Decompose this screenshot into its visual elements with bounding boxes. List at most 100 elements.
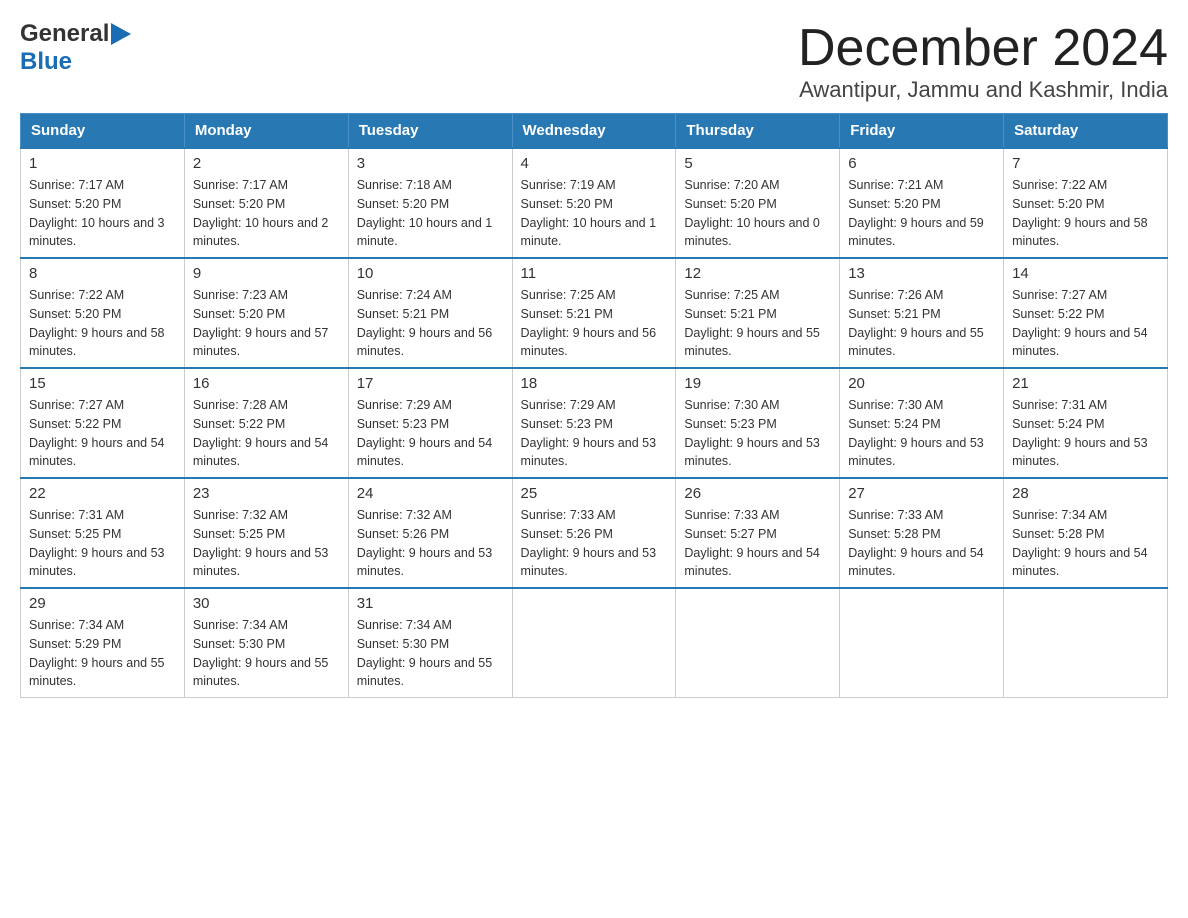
day-number: 12 [684,265,831,282]
day-number: 4 [521,155,668,172]
table-row: 23 Sunrise: 7:32 AM Sunset: 5:25 PM Dayl… [184,478,348,588]
table-row: 25 Sunrise: 7:33 AM Sunset: 5:26 PM Dayl… [512,478,676,588]
table-row: 11 Sunrise: 7:25 AM Sunset: 5:21 PM Dayl… [512,258,676,368]
calendar-title: December 2024 [798,20,1168,77]
day-number: 9 [193,265,340,282]
day-number: 15 [29,375,176,392]
day-number: 6 [848,155,995,172]
table-row: 14 Sunrise: 7:27 AM Sunset: 5:22 PM Dayl… [1004,258,1168,368]
day-number: 10 [357,265,504,282]
page-header: General Blue December 2024 Awantipur, Ja… [20,20,1168,103]
day-number: 5 [684,155,831,172]
day-number: 26 [684,485,831,502]
day-info: Sunrise: 7:19 AM Sunset: 5:20 PM Dayligh… [521,176,668,251]
day-number: 24 [357,485,504,502]
table-row [840,588,1004,698]
logo-arrow-icon [111,23,131,45]
day-info: Sunrise: 7:21 AM Sunset: 5:20 PM Dayligh… [848,176,995,251]
day-info: Sunrise: 7:32 AM Sunset: 5:26 PM Dayligh… [357,506,504,581]
day-info: Sunrise: 7:32 AM Sunset: 5:25 PM Dayligh… [193,506,340,581]
day-number: 13 [848,265,995,282]
table-row: 4 Sunrise: 7:19 AM Sunset: 5:20 PM Dayli… [512,148,676,258]
calendar-week-row: 22 Sunrise: 7:31 AM Sunset: 5:25 PM Dayl… [21,478,1168,588]
col-saturday: Saturday [1004,114,1168,149]
day-info: Sunrise: 7:28 AM Sunset: 5:22 PM Dayligh… [193,396,340,471]
table-row [512,588,676,698]
table-row: 31 Sunrise: 7:34 AM Sunset: 5:30 PM Dayl… [348,588,512,698]
day-number: 18 [521,375,668,392]
day-number: 27 [848,485,995,502]
day-number: 8 [29,265,176,282]
table-row: 30 Sunrise: 7:34 AM Sunset: 5:30 PM Dayl… [184,588,348,698]
calendar-week-row: 8 Sunrise: 7:22 AM Sunset: 5:20 PM Dayli… [21,258,1168,368]
day-info: Sunrise: 7:33 AM Sunset: 5:27 PM Dayligh… [684,506,831,581]
day-info: Sunrise: 7:34 AM Sunset: 5:29 PM Dayligh… [29,616,176,691]
day-info: Sunrise: 7:34 AM Sunset: 5:30 PM Dayligh… [193,616,340,691]
day-number: 16 [193,375,340,392]
day-number: 3 [357,155,504,172]
day-number: 11 [521,265,668,282]
calendar-week-row: 29 Sunrise: 7:34 AM Sunset: 5:29 PM Dayl… [21,588,1168,698]
day-info: Sunrise: 7:20 AM Sunset: 5:20 PM Dayligh… [684,176,831,251]
table-row: 1 Sunrise: 7:17 AM Sunset: 5:20 PM Dayli… [21,148,185,258]
table-row: 27 Sunrise: 7:33 AM Sunset: 5:28 PM Dayl… [840,478,1004,588]
day-info: Sunrise: 7:25 AM Sunset: 5:21 PM Dayligh… [521,286,668,361]
calendar-subtitle: Awantipur, Jammu and Kashmir, India [798,77,1168,103]
table-row: 2 Sunrise: 7:17 AM Sunset: 5:20 PM Dayli… [184,148,348,258]
col-monday: Monday [184,114,348,149]
table-row: 28 Sunrise: 7:34 AM Sunset: 5:28 PM Dayl… [1004,478,1168,588]
table-row: 29 Sunrise: 7:34 AM Sunset: 5:29 PM Dayl… [21,588,185,698]
day-number: 31 [357,595,504,612]
col-thursday: Thursday [676,114,840,149]
day-info: Sunrise: 7:22 AM Sunset: 5:20 PM Dayligh… [29,286,176,361]
table-row [676,588,840,698]
day-info: Sunrise: 7:34 AM Sunset: 5:28 PM Dayligh… [1012,506,1159,581]
day-number: 7 [1012,155,1159,172]
day-info: Sunrise: 7:29 AM Sunset: 5:23 PM Dayligh… [521,396,668,471]
table-row: 21 Sunrise: 7:31 AM Sunset: 5:24 PM Dayl… [1004,368,1168,478]
day-info: Sunrise: 7:17 AM Sunset: 5:20 PM Dayligh… [29,176,176,251]
table-row: 19 Sunrise: 7:30 AM Sunset: 5:23 PM Dayl… [676,368,840,478]
day-info: Sunrise: 7:27 AM Sunset: 5:22 PM Dayligh… [29,396,176,471]
day-info: Sunrise: 7:23 AM Sunset: 5:20 PM Dayligh… [193,286,340,361]
day-number: 21 [1012,375,1159,392]
day-info: Sunrise: 7:30 AM Sunset: 5:24 PM Dayligh… [848,396,995,471]
day-info: Sunrise: 7:24 AM Sunset: 5:21 PM Dayligh… [357,286,504,361]
calendar-header-row: Sunday Monday Tuesday Wednesday Thursday… [21,114,1168,149]
table-row: 6 Sunrise: 7:21 AM Sunset: 5:20 PM Dayli… [840,148,1004,258]
col-sunday: Sunday [21,114,185,149]
table-row: 3 Sunrise: 7:18 AM Sunset: 5:20 PM Dayli… [348,148,512,258]
calendar-table: Sunday Monday Tuesday Wednesday Thursday… [20,113,1168,698]
col-wednesday: Wednesday [512,114,676,149]
table-row: 12 Sunrise: 7:25 AM Sunset: 5:21 PM Dayl… [676,258,840,368]
day-number: 20 [848,375,995,392]
day-info: Sunrise: 7:22 AM Sunset: 5:20 PM Dayligh… [1012,176,1159,251]
day-info: Sunrise: 7:33 AM Sunset: 5:26 PM Dayligh… [521,506,668,581]
day-number: 14 [1012,265,1159,282]
day-number: 28 [1012,485,1159,502]
day-info: Sunrise: 7:27 AM Sunset: 5:22 PM Dayligh… [1012,286,1159,361]
table-row: 7 Sunrise: 7:22 AM Sunset: 5:20 PM Dayli… [1004,148,1168,258]
day-info: Sunrise: 7:18 AM Sunset: 5:20 PM Dayligh… [357,176,504,251]
day-number: 1 [29,155,176,172]
table-row: 17 Sunrise: 7:29 AM Sunset: 5:23 PM Dayl… [348,368,512,478]
col-friday: Friday [840,114,1004,149]
table-row: 8 Sunrise: 7:22 AM Sunset: 5:20 PM Dayli… [21,258,185,368]
day-info: Sunrise: 7:31 AM Sunset: 5:25 PM Dayligh… [29,506,176,581]
table-row: 9 Sunrise: 7:23 AM Sunset: 5:20 PM Dayli… [184,258,348,368]
day-info: Sunrise: 7:34 AM Sunset: 5:30 PM Dayligh… [357,616,504,691]
day-number: 2 [193,155,340,172]
logo-blue-text: Blue [20,48,72,76]
table-row: 20 Sunrise: 7:30 AM Sunset: 5:24 PM Dayl… [840,368,1004,478]
table-row: 15 Sunrise: 7:27 AM Sunset: 5:22 PM Dayl… [21,368,185,478]
day-info: Sunrise: 7:29 AM Sunset: 5:23 PM Dayligh… [357,396,504,471]
day-info: Sunrise: 7:25 AM Sunset: 5:21 PM Dayligh… [684,286,831,361]
logo: General Blue [20,20,131,76]
day-number: 29 [29,595,176,612]
table-row: 24 Sunrise: 7:32 AM Sunset: 5:26 PM Dayl… [348,478,512,588]
calendar-week-row: 1 Sunrise: 7:17 AM Sunset: 5:20 PM Dayli… [21,148,1168,258]
table-row: 13 Sunrise: 7:26 AM Sunset: 5:21 PM Dayl… [840,258,1004,368]
table-row: 16 Sunrise: 7:28 AM Sunset: 5:22 PM Dayl… [184,368,348,478]
day-number: 22 [29,485,176,502]
logo-general-text: General [20,20,109,48]
